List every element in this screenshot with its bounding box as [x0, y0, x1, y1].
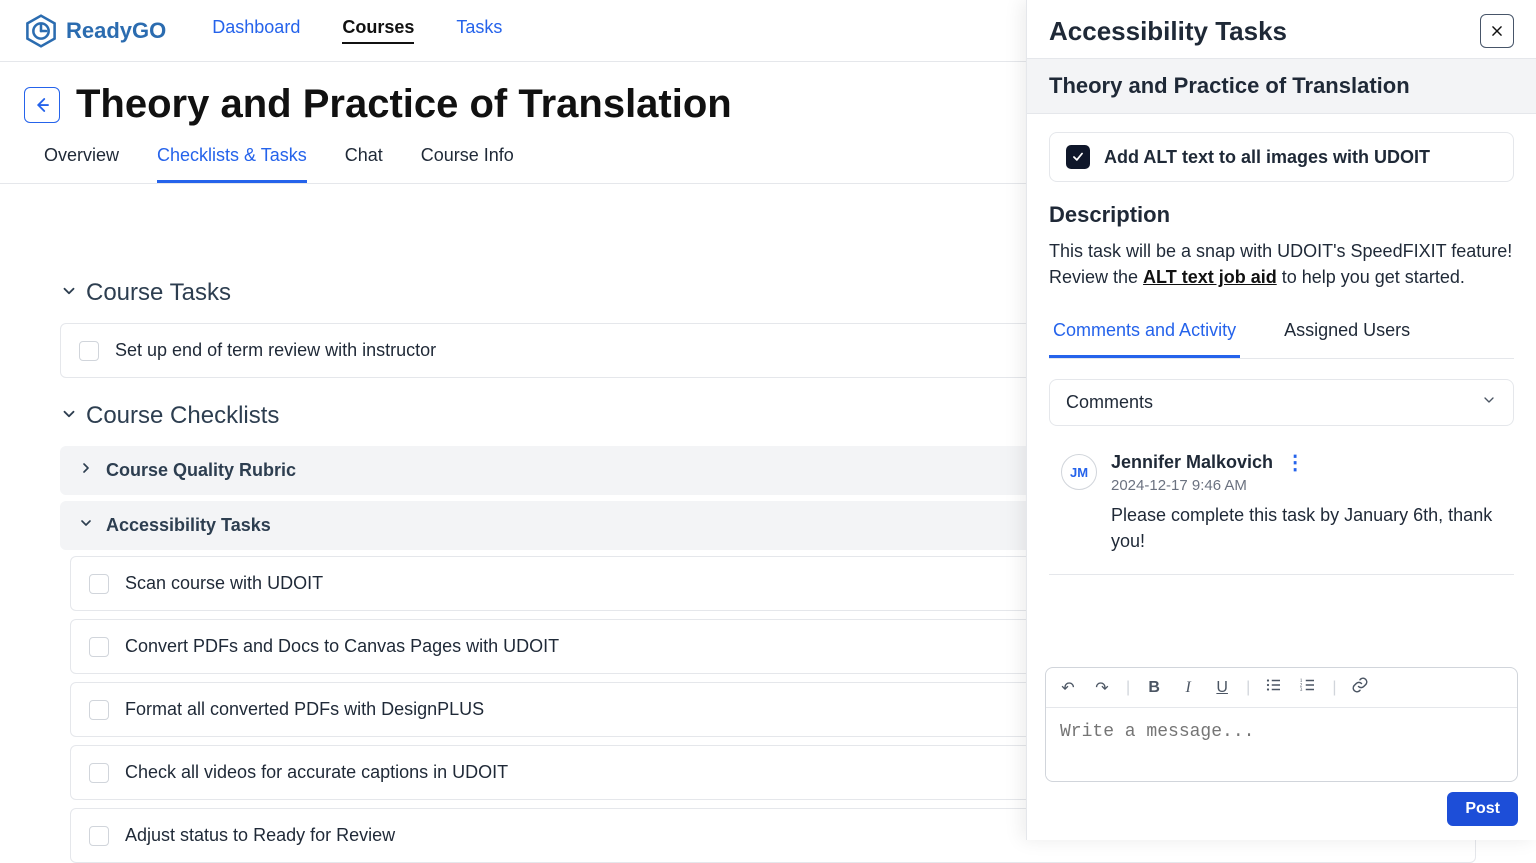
arrow-left-icon	[33, 96, 51, 114]
comment-body: Please complete this task by January 6th…	[1111, 502, 1514, 554]
checklist-group-title: Accessibility Tasks	[106, 515, 271, 536]
task-checkbox[interactable]	[79, 341, 99, 361]
checklist-label: Format all converted PDFs with DesignPLU…	[125, 699, 484, 720]
svg-text:3: 3	[1300, 687, 1303, 693]
close-button[interactable]	[1480, 14, 1514, 48]
checklist-checkbox[interactable]	[89, 700, 109, 720]
numbered-list-icon[interactable]: 123	[1298, 676, 1318, 699]
redo-icon[interactable]: ↷	[1092, 678, 1112, 698]
check-icon	[1071, 150, 1085, 164]
toolbar-separator: |	[1126, 679, 1130, 697]
back-button[interactable]	[24, 87, 60, 123]
section-course-tasks-title: Course Tasks	[86, 279, 231, 307]
panel-title: Accessibility Tasks	[1049, 16, 1287, 47]
comment-time: 2024-12-17 9:46 AM	[1111, 477, 1514, 494]
subtab-chat[interactable]: Chat	[345, 145, 383, 183]
message-input[interactable]	[1046, 708, 1517, 776]
checklist-checkbox[interactable]	[89, 574, 109, 594]
panel-subtitle: Theory and Practice of Translation	[1027, 58, 1536, 114]
checklist-checkbox[interactable]	[89, 763, 109, 783]
description-post: to help you get started.	[1277, 267, 1465, 287]
checklist-label: Scan course with UDOIT	[125, 573, 323, 594]
comments-toggle[interactable]: Comments	[1049, 379, 1514, 426]
bold-icon[interactable]: B	[1144, 679, 1164, 697]
nav-tasks[interactable]: Tasks	[456, 17, 502, 44]
composer-wrap: ↶ ↷ | B I U | 123 | Post	[1027, 667, 1536, 840]
chevron-down-icon	[60, 279, 78, 307]
chevron-down-icon	[60, 402, 78, 430]
nav-dashboard[interactable]: Dashboard	[212, 17, 300, 44]
panel-task-card[interactable]: Add ALT text to all images with UDOIT	[1049, 132, 1514, 182]
description-text: This task will be a snap with UDOIT's Sp…	[1049, 238, 1514, 290]
chevron-right-icon	[78, 460, 94, 481]
composer-toolbar: ↶ ↷ | B I U | 123 |	[1046, 668, 1517, 708]
brand-name: ReadyGO	[66, 18, 166, 44]
link-icon[interactable]	[1350, 676, 1370, 699]
panel-tab-comments[interactable]: Comments and Activity	[1049, 312, 1240, 358]
description-heading: Description	[1049, 202, 1514, 228]
post-button[interactable]: Post	[1447, 792, 1518, 826]
close-icon	[1490, 24, 1504, 38]
panel-task-title: Add ALT text to all images with UDOIT	[1104, 147, 1430, 168]
underline-icon[interactable]: U	[1212, 679, 1232, 697]
logo-icon	[24, 14, 58, 48]
page-title: Theory and Practice of Translation	[76, 82, 732, 127]
nav-courses[interactable]: Courses	[342, 17, 414, 44]
brand-logo[interactable]: ReadyGO	[24, 14, 166, 48]
section-course-checklists-title: Course Checklists	[86, 402, 279, 430]
comment: JM Jennifer Malkovich ⋮ 2024-12-17 9:46 …	[1049, 450, 1514, 575]
toolbar-separator: |	[1246, 679, 1250, 697]
composer: ↶ ↷ | B I U | 123 |	[1045, 667, 1518, 782]
checklist-label: Adjust status to Ready for Review	[125, 825, 395, 846]
subtab-course-info[interactable]: Course Info	[421, 145, 514, 183]
checklist-checkbox[interactable]	[89, 637, 109, 657]
comments-label: Comments	[1066, 392, 1153, 413]
italic-icon[interactable]: I	[1178, 679, 1198, 697]
avatar: JM	[1061, 454, 1097, 490]
checklist-group-title: Course Quality Rubric	[106, 460, 296, 481]
panel-body: Add ALT text to all images with UDOIT De…	[1027, 114, 1536, 667]
main-nav: Dashboard Courses Tasks	[212, 17, 502, 44]
checklist-label: Check all videos for accurate captions i…	[125, 762, 508, 783]
panel-head: Accessibility Tasks	[1027, 0, 1536, 58]
chevron-down-icon	[78, 515, 94, 536]
task-checked-icon[interactable]	[1066, 145, 1090, 169]
task-detail-panel: Accessibility Tasks Theory and Practice …	[1026, 0, 1536, 840]
subtab-checklists-tasks[interactable]: Checklists & Tasks	[157, 145, 307, 183]
toolbar-separator: |	[1332, 679, 1336, 697]
chevron-down-icon	[1481, 392, 1497, 413]
post-row: Post	[1045, 792, 1518, 826]
checklist-checkbox[interactable]	[89, 826, 109, 846]
comment-head: JM Jennifer Malkovich ⋮ 2024-12-17 9:46 …	[1061, 450, 1514, 494]
comment-author: Jennifer Malkovich	[1111, 452, 1273, 473]
description-link[interactable]: ALT text job aid	[1143, 267, 1277, 287]
subtab-overview[interactable]: Overview	[44, 145, 119, 183]
task-label: Set up end of term review with instructo…	[115, 340, 436, 361]
panel-tabs: Comments and Activity Assigned Users	[1049, 312, 1514, 359]
bullet-list-icon[interactable]	[1264, 676, 1284, 699]
comment-menu-button[interactable]: ⋮	[1285, 450, 1305, 475]
panel-tab-assigned[interactable]: Assigned Users	[1280, 312, 1414, 358]
undo-icon[interactable]: ↶	[1058, 678, 1078, 698]
checklist-label: Convert PDFs and Docs to Canvas Pages wi…	[125, 636, 559, 657]
